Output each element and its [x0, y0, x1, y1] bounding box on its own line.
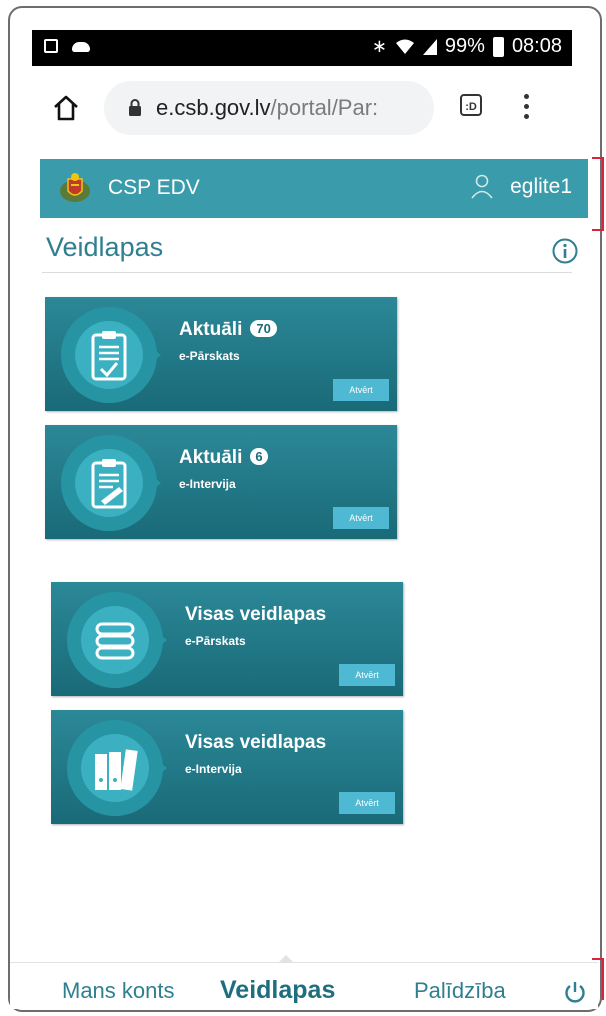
- card-all-e-parskats[interactable]: Visas veidlapas e-Pārskats Atvērt: [51, 582, 403, 696]
- card-current-e-intervija[interactable]: Aktuāli 6 e-Intervija Atvērt: [45, 425, 397, 539]
- url-text: e.csb.gov.lv/portal/Par:: [156, 95, 426, 121]
- clipboard-check-icon: [91, 331, 127, 381]
- card-current-e-parskats[interactable]: Aktuāli 70 e-Pārskats Atvērt: [45, 297, 397, 411]
- open-button[interactable]: Atvērt: [333, 379, 389, 401]
- count-badge: 70: [250, 320, 277, 337]
- page-title: Veidlapas: [46, 232, 164, 262]
- count-badge: 6: [250, 448, 268, 465]
- card-notch: [157, 760, 167, 776]
- open-button[interactable]: Atvērt: [333, 507, 389, 529]
- card-title-text: Aktuāli: [179, 447, 243, 468]
- battery-icon: [492, 36, 504, 57]
- user-icon[interactable]: [470, 173, 494, 199]
- card-subtitle: e-Pārskats: [185, 634, 246, 648]
- clipboard-pen-icon: [91, 459, 127, 509]
- status-bar: ∗ 99% 08:08: [32, 30, 572, 66]
- url-path: /portal/Par:: [270, 95, 379, 120]
- bottom-nav: Mans konts Veidlapas Palīdzība: [10, 955, 598, 1009]
- card-title-text: Aktuāli: [179, 319, 243, 340]
- username[interactable]: eglite1: [510, 175, 572, 199]
- address-bar[interactable]: e.csb.gov.lv/portal/Par:: [104, 81, 434, 135]
- card-subtitle: e-Pārskats: [179, 349, 240, 363]
- cloud-icon: [72, 42, 90, 52]
- battery-percent: 99%: [444, 35, 485, 57]
- card-icon-circle: [67, 720, 163, 816]
- card-title: Aktuāli 6: [179, 447, 268, 469]
- binders-icon: [95, 749, 138, 791]
- stacked-books-icon: [95, 622, 135, 660]
- card-subtitle: e-Intervija: [185, 762, 242, 776]
- more-menu-icon[interactable]: [524, 94, 530, 124]
- url-host: e.csb.gov.lv: [156, 95, 271, 120]
- lock-icon: [129, 99, 141, 116]
- card-notch: [151, 475, 161, 491]
- image-icon: [44, 39, 58, 53]
- nav-forms[interactable]: Veidlapas: [220, 976, 335, 1005]
- title-divider: [42, 272, 572, 273]
- open-button[interactable]: Atvērt: [339, 664, 395, 686]
- info-icon[interactable]: [552, 238, 578, 264]
- home-icon[interactable]: [52, 94, 80, 122]
- app-header: CSP EDV eglite1: [40, 159, 588, 218]
- card-notch: [157, 632, 167, 648]
- coat-of-arms-icon: [60, 173, 90, 202]
- card-title: Visas veidlapas: [185, 732, 327, 753]
- card-all-e-intervija[interactable]: Visas veidlapas e-Intervija Atvērt: [51, 710, 403, 824]
- nav-my-account[interactable]: Mans konts: [62, 978, 175, 1004]
- nav-help[interactable]: Palīdzība: [414, 978, 506, 1004]
- open-button[interactable]: Atvērt: [339, 792, 395, 814]
- clock-time: 08:08: [511, 35, 562, 57]
- tabs-icon[interactable]: :D: [460, 94, 482, 116]
- browser-toolbar: e.csb.gov.lv/portal/Par: :D: [32, 66, 572, 150]
- card-title: Aktuāli 70: [179, 319, 277, 341]
- nav-active-indicator: [278, 955, 294, 963]
- card-subtitle: e-Intervija: [179, 477, 236, 491]
- card-icon-circle: [67, 592, 163, 688]
- edge-marker: [592, 157, 604, 231]
- signal-icon: [422, 38, 437, 55]
- card-icon-circle: [61, 435, 157, 531]
- card-notch: [151, 347, 161, 363]
- wifi-icon: [395, 39, 414, 54]
- card-icon-circle: [61, 307, 157, 403]
- edge-marker: [592, 958, 604, 1000]
- bluetooth-icon: ∗: [371, 36, 387, 56]
- power-icon[interactable]: [564, 981, 586, 1003]
- app-name: CSP EDV: [108, 176, 200, 199]
- card-title: Visas veidlapas: [185, 604, 327, 625]
